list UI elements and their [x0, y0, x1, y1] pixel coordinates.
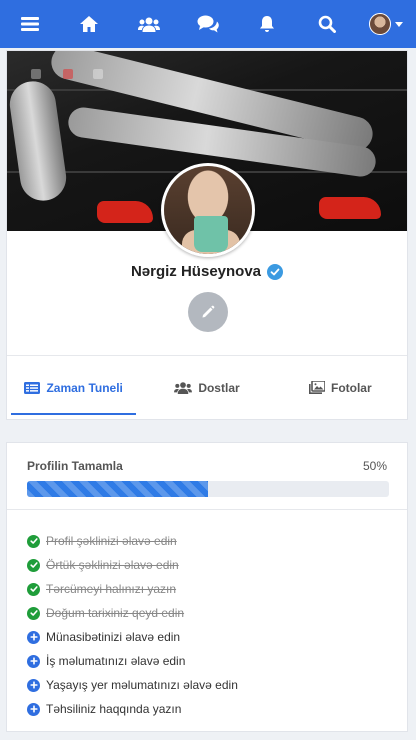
- notifications-button[interactable]: [238, 0, 297, 48]
- profile-card: Nərgiz Hüseynova Zaman Tuneli Dostlar Fo…: [6, 50, 408, 420]
- completion-steps-list: Profil şəklinizi əlavə edin Örtük şəklini…: [27, 529, 238, 721]
- completion-step-label: Örtük şəklinizi əlavə edin: [46, 558, 179, 572]
- profile-avatar[interactable]: [161, 163, 255, 257]
- menu-icon: [20, 17, 39, 31]
- pencil-icon: [202, 305, 215, 318]
- edit-profile-button[interactable]: [188, 292, 228, 332]
- user-avatar: [369, 13, 392, 35]
- plus-circle-icon: [27, 678, 40, 692]
- completion-step: Tərcümeyi halınızı yazın: [27, 577, 238, 601]
- tab-friends[interactable]: Dostlar: [140, 356, 273, 419]
- completion-step-label: Doğum tarixiniz qeyd edin: [46, 606, 185, 620]
- check-circle-icon: [27, 582, 40, 596]
- divider: [7, 509, 407, 510]
- completion-step[interactable]: Yaşayış yer məlumatınızı əlavə edin: [27, 673, 238, 697]
- completion-progress-bar: [27, 481, 389, 497]
- bell-icon: [260, 16, 275, 32]
- profile-name-row: Nərgiz Hüseynova: [7, 263, 407, 280]
- search-icon: [318, 15, 336, 33]
- tab-photos[interactable]: Fotolar: [274, 356, 407, 419]
- friends-button[interactable]: [119, 0, 178, 48]
- profile-name: Nərgiz Hüseynova: [130, 263, 262, 280]
- plus-circle-icon: [27, 654, 40, 668]
- profile-tabs: Zaman Tuneli Dostlar Fotolar: [7, 355, 407, 419]
- account-menu-button[interactable]: [357, 0, 416, 48]
- menu-button[interactable]: [0, 0, 59, 48]
- tab-timeline[interactable]: Zaman Tuneli: [7, 356, 140, 419]
- completion-step[interactable]: Münasibətinizi əlavə edin: [27, 625, 238, 649]
- top-navbar: [0, 0, 416, 48]
- tab-friends-label: Dostlar: [198, 380, 240, 395]
- completion-step: Profil şəklinizi əlavə edin: [27, 529, 238, 553]
- progress-fill: [27, 481, 208, 497]
- completion-step-label: Tərcümeyi halınızı yazın: [46, 582, 177, 596]
- timeline-icon: [24, 381, 41, 394]
- completion-percent: 50%: [362, 459, 387, 473]
- completion-step[interactable]: Təhsiliniz haqqında yazın: [27, 697, 238, 721]
- completion-step-label: Profil şəklinizi əlavə edin: [46, 534, 177, 548]
- caret-down-icon: [395, 21, 404, 27]
- completion-step-label: Münasibətinizi əlavə edin: [46, 630, 181, 644]
- tab-timeline-label: Zaman Tuneli: [46, 380, 123, 395]
- completion-step: Örtük şəklinizi əlavə edin: [27, 553, 238, 577]
- messages-button[interactable]: [178, 0, 237, 48]
- home-icon: [80, 16, 99, 32]
- chat-icon: [197, 15, 219, 33]
- plus-circle-icon: [27, 630, 40, 644]
- check-circle-icon: [27, 606, 40, 620]
- check-circle-icon: [27, 558, 40, 572]
- completion-step[interactable]: İş məlumatınızı əlavə edin: [27, 649, 238, 673]
- home-button[interactable]: [59, 0, 118, 48]
- completion-step: Doğum tarixiniz qeyd edin: [27, 601, 238, 625]
- completion-title: Profilin Tamamla: [27, 459, 123, 473]
- friends-icon: [137, 17, 160, 32]
- tab-photos-label: Fotolar: [330, 380, 372, 395]
- search-button[interactable]: [297, 0, 356, 48]
- profile-completion-card: Profilin Tamamla 50% Profil şəklinizi əl…: [6, 442, 408, 732]
- verified-badge-icon: [267, 263, 284, 280]
- check-circle-icon: [27, 534, 40, 548]
- completion-step-label: Təhsiliniz haqqında yazın: [46, 702, 182, 716]
- plus-circle-icon: [27, 702, 40, 716]
- completion-step-label: Yaşayış yer məlumatınızı əlavə edin: [46, 678, 238, 692]
- friends-icon: [174, 382, 193, 394]
- completion-step-label: İş məlumatınızı əlavə edin: [46, 654, 186, 668]
- photos-icon: [308, 381, 325, 394]
